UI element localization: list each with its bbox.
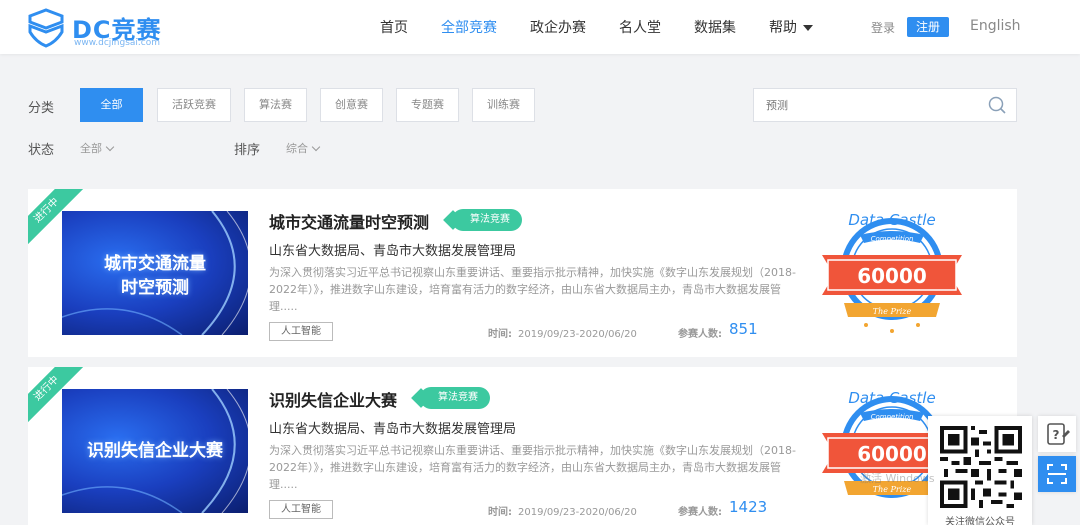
competition-title[interactable]: 城市交通流量时空预测 (269, 209, 429, 233)
badge-title: Data Castle (848, 389, 935, 407)
chevron-down-icon (311, 142, 321, 152)
participants-label-text: 参赛人数: (678, 507, 722, 518)
type-tag: 算法竞赛 (420, 387, 490, 409)
time-label: 时间: (488, 329, 512, 340)
search-box (753, 88, 1017, 122)
type-tag: 算法竞赛 (452, 209, 522, 231)
status-select[interactable]: 全部 (80, 140, 115, 156)
chevron-down-icon (105, 142, 115, 152)
qr-code-icon (940, 426, 1022, 508)
nav-enterprise[interactable]: 政企办赛 (530, 17, 586, 37)
scan-side-button[interactable] (1038, 456, 1076, 492)
participants-label-text: 参赛人数: (678, 329, 722, 340)
time-value: 2019/09/23-2020/06/20 (518, 329, 637, 340)
language-switch[interactable]: English (970, 18, 1021, 34)
competition-thumbnail[interactable]: 识别失信企业大赛 (62, 389, 248, 513)
time-range: 时间: 2019/09/23-2020/06/20 (488, 503, 637, 518)
top-header: DC竞赛 www.dcjingsai.com 首页 全部竞赛 政企办赛 名人堂 … (0, 0, 1080, 54)
nav-datasets[interactable]: 数据集 (694, 17, 736, 37)
wechat-qr-panel: 关注微信公众号 (928, 416, 1032, 525)
windows-activation-watermark: 激活 Windows (860, 472, 935, 485)
category-label: 分类 (28, 101, 55, 116)
help-side-button[interactable]: ? (1038, 416, 1076, 452)
time-label: 时间: (488, 507, 512, 518)
register-button[interactable]: 注册 (907, 17, 949, 37)
nav-hall-of-fame[interactable]: 名人堂 (619, 17, 661, 37)
competition-card[interactable]: 进行中 识别失信企业大赛 识别失信企业大赛 算法竞赛 山东省大数据局、青岛市大数… (28, 367, 1017, 525)
nav-help[interactable]: 帮助 (769, 17, 813, 37)
sort-select[interactable]: 综合 (286, 140, 321, 156)
badge-ribbon: The Prize (873, 307, 912, 316)
participants-count: 851 (729, 320, 758, 338)
badge-ribbon: The Prize (873, 485, 912, 494)
badge-sub: Competition (871, 235, 914, 243)
svg-text:?: ? (1053, 428, 1060, 442)
time-value: 2019/09/23-2020/06/20 (518, 507, 637, 518)
organizer: 山东省大数据局、青岛市大数据发展管理局 (269, 244, 517, 259)
competition-description: 为深入贯彻落实习近平总书记视察山东重要讲话、重要指示批示精神，加快实施《数字山东… (269, 266, 796, 313)
main-nav: 首页 全部竞赛 政企办赛 名人堂 数据集 帮助 (380, 0, 846, 54)
question-doc-icon: ? (1047, 423, 1070, 445)
competition-title[interactable]: 识别失信企业大赛 (269, 387, 397, 411)
organizer: 山东省大数据局、青岛市大数据发展管理局 (269, 422, 517, 437)
thumbnail-text-line2: 时空预测 (121, 278, 189, 298)
thumbnail-text-line1: 识别失信企业大赛 (87, 441, 223, 461)
participants-label: 参赛人数: (678, 503, 728, 518)
nav-help-label: 帮助 (769, 20, 797, 36)
nav-all-competitions[interactable]: 全部竞赛 (441, 17, 497, 37)
field-tag: 人工智能 (269, 322, 333, 341)
competition-card[interactable]: 进行中 城市交通流量 时空预测 城市交通流量时空预测 算法竞赛 山东省大数据局、… (28, 189, 1017, 357)
nav-home[interactable]: 首页 (380, 17, 408, 37)
shield-logo-icon (28, 8, 64, 48)
search-input[interactable] (754, 89, 974, 121)
caret-down-icon (803, 25, 813, 31)
prize-badge: Data Castle Competition 60000 The Prize (822, 211, 962, 333)
participants-label: 参赛人数: (678, 325, 728, 340)
competition-description: 为深入贯彻落实习近平总书记视察山东重要讲话、重要指示批示精神，加快实施《数字山东… (269, 444, 796, 491)
competition-thumbnail[interactable]: 城市交通流量 时空预测 (62, 211, 248, 335)
dc-logo[interactable]: DC竞赛 www.dcjingsai.com (26, 8, 176, 48)
category-creative[interactable]: 创意赛 (320, 88, 383, 122)
category-training[interactable]: 训练赛 (472, 88, 535, 122)
search-icon[interactable] (988, 96, 1006, 114)
logo-url: www.dcjingsai.com (74, 38, 160, 48)
sort-value: 综合 (286, 142, 308, 155)
scan-icon (1047, 464, 1067, 484)
thumbnail-text-line1: 城市交通流量 (104, 254, 206, 274)
category-special[interactable]: 专题赛 (396, 88, 459, 122)
sort-label: 排序 (234, 143, 261, 158)
status-label: 状态 (28, 143, 55, 158)
badge-title: Data Castle (848, 211, 935, 229)
category-all[interactable]: 全部 (80, 88, 143, 122)
qr-caption: 关注微信公众号 (945, 517, 1015, 525)
prize-amount: 60000 (857, 264, 927, 288)
status-value: 全部 (80, 142, 102, 155)
prize-amount: 60000 (857, 442, 927, 466)
field-tag: 人工智能 (269, 500, 333, 519)
participants-count: 1423 (729, 498, 768, 516)
category-active[interactable]: 活跃竞赛 (157, 88, 231, 122)
badge-sub: Competition (871, 413, 914, 421)
category-algorithm[interactable]: 算法赛 (244, 88, 307, 122)
login-link[interactable]: 登录 (871, 19, 895, 36)
time-range: 时间: 2019/09/23-2020/06/20 (488, 325, 637, 340)
